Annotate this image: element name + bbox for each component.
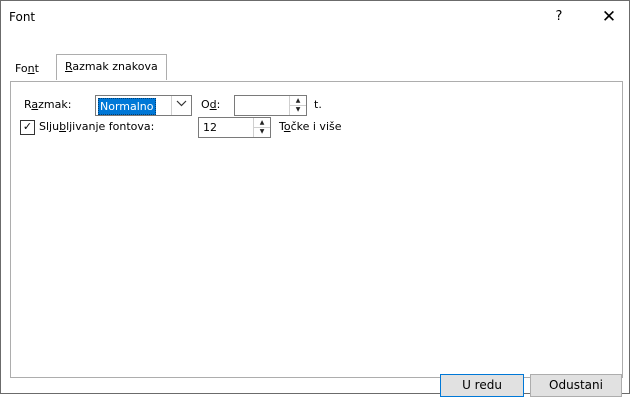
- tab-font[interactable]: Font: [10, 58, 44, 79]
- spacing-by-spin-buttons: ▲ ▼: [289, 96, 306, 115]
- tab-strip: Font Razmak znakova: [10, 54, 621, 82]
- spacing-select[interactable]: Normalno: [95, 95, 192, 116]
- tab-character-spacing[interactable]: Razmak znakova: [56, 54, 167, 80]
- spacing-by-label: Od:: [201, 98, 221, 111]
- title-bar: Font ? ✕: [1, 1, 629, 33]
- kerning-unit-label: Točke i više: [279, 120, 342, 133]
- kerning-checkbox[interactable]: ✓: [20, 120, 35, 135]
- dialog-title: Font: [9, 10, 36, 24]
- kerning-size-spinner[interactable]: 12 ▲ ▼: [198, 117, 271, 138]
- spacing-by-spinner[interactable]: ▲ ▼: [234, 95, 307, 116]
- spacing-label: Razmak:: [24, 98, 72, 111]
- font-dialog: Font ? ✕ Font Razmak znakova Razmak: Nor…: [0, 0, 630, 397]
- spin-down-icon[interactable]: ▼: [290, 105, 306, 114]
- spacing-select-value: Normalno: [98, 98, 156, 115]
- spacing-unit-label: t.: [314, 98, 322, 111]
- kerning-size-value: 12: [203, 121, 217, 134]
- spin-down-icon[interactable]: ▼: [254, 127, 270, 136]
- chevron-down-icon[interactable]: [171, 96, 191, 115]
- help-button[interactable]: ?: [539, 1, 579, 33]
- kerning-spin-buttons: ▲ ▼: [253, 118, 270, 137]
- kerning-label: Sljubljivanje fontova:: [39, 120, 155, 133]
- close-button[interactable]: ✕: [589, 1, 629, 33]
- character-spacing-panel: Razmak: Normalno Od: ▲ ▼ t. ✓ Sljubljiva…: [10, 81, 623, 378]
